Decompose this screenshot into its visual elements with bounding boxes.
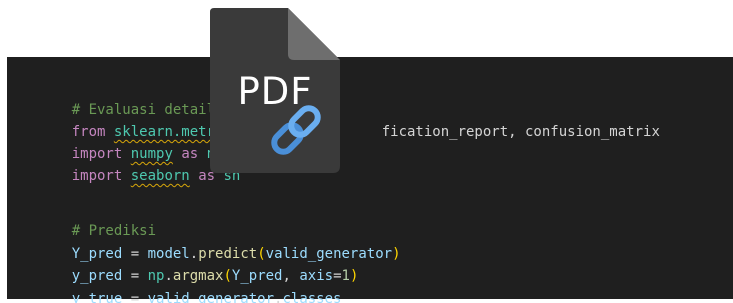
code-line-1[interactable]: # Evaluasi detail [38,80,215,118]
pdf-link-icon[interactable]: PDF [210,8,340,173]
code-line-6[interactable]: Y_pred = model.predict(valid_generator) [38,224,401,262]
code-editor[interactable]: # Evaluasi detail from sklearn.metrics f… [7,57,733,303]
attribute-name: classes [282,291,342,303]
object-name: valid_generator [147,291,275,303]
code-line-5[interactable]: # Prediksi [38,201,156,239]
top-margin [0,0,733,57]
number-literal: 1 [341,268,350,284]
code-line-8[interactable]: y_true = valid_generator.classes [38,269,342,303]
module-name: seaborn [130,168,190,184]
keyword-import: import [71,168,123,184]
import-names: fication_report, confusion_matrix [381,124,660,140]
code-line-3[interactable]: import numpy as np [38,124,224,162]
pdf-label: PDF [237,70,313,113]
code-line-2-tail[interactable]: fication_report, confusion_matrix [348,102,660,140]
code-line-7[interactable]: y_pred = np.argmax(Y_pred, axis=1) [38,246,359,284]
variable: y_true [71,291,123,303]
